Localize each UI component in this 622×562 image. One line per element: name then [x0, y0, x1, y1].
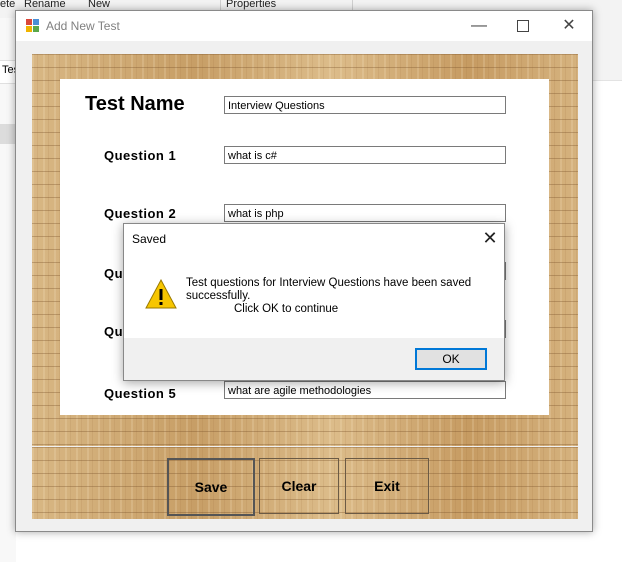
clear-button[interactable]: Clear [259, 458, 339, 514]
question-1-label: Question 1 [104, 148, 177, 163]
close-button[interactable]: ✕ [546, 11, 592, 41]
background-nav-pane [0, 18, 16, 562]
question-1-input[interactable]: what is c# [224, 146, 506, 164]
dialog-close-button[interactable]: ✕ [478, 226, 502, 250]
maximize-icon [517, 19, 529, 32]
dialog-message-line-2: successfully. [186, 290, 251, 302]
dialog-message: Test questions for Interview Questions h… [186, 277, 486, 316]
minimize-button[interactable]: — [456, 11, 502, 41]
question-5-label: Question 5 [104, 386, 177, 401]
exit-button[interactable]: Exit [345, 458, 429, 514]
ribbon-new[interactable]: New [88, 0, 110, 10]
ribbon-delete[interactable]: ete [0, 0, 15, 10]
question-2-input[interactable]: what is php [224, 204, 506, 222]
question-2-label: Question 2 [104, 206, 177, 221]
dialog-message-line-3: Click OK to continue [234, 303, 339, 315]
ribbon-rename[interactable]: Rename [24, 0, 66, 10]
add-new-test-window: Add New Test — ✕ Test Name Interview Que… [15, 10, 593, 532]
background-selected-item[interactable] [0, 124, 16, 144]
background-address-bar[interactable]: Tes [0, 60, 19, 84]
ok-button[interactable]: OK [415, 348, 487, 370]
dialog-message-line-1: Test questions for Interview Questions h… [186, 277, 472, 289]
warning-icon [145, 279, 177, 309]
window-title: Add New Test [46, 19, 120, 33]
title-bar[interactable]: Add New Test — ✕ [16, 11, 592, 41]
minimize-icon: — [471, 17, 487, 34]
question-5-input[interactable]: what are agile methodologies [224, 381, 506, 399]
dialog-title: Saved [132, 232, 167, 246]
ribbon-properties[interactable]: Properties [226, 0, 276, 10]
test-name-label: Test Name [85, 93, 185, 115]
test-name-input[interactable]: Interview Questions [224, 96, 506, 114]
maximize-button[interactable] [500, 11, 546, 41]
close-icon: ✕ [562, 17, 576, 34]
app-icon [26, 19, 40, 33]
close-icon: ✕ [482, 228, 498, 248]
saved-dialog: Saved ✕ Test questions for Interview Que… [123, 223, 505, 381]
background-ribbon-right [590, 18, 622, 81]
save-button[interactable]: Save [167, 458, 255, 516]
